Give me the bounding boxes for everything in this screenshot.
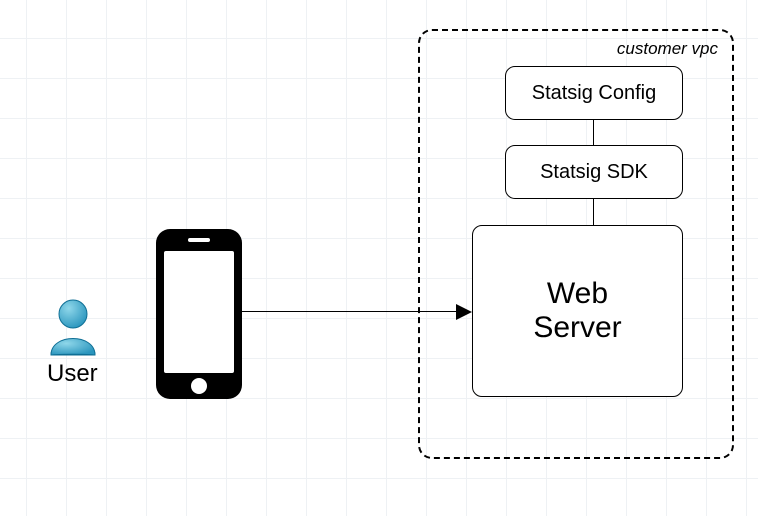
box-web-server: Web Server — [472, 225, 683, 397]
connector-sdk-web — [593, 199, 594, 225]
user-label: User — [47, 360, 98, 388]
user-icon — [47, 295, 99, 357]
connector-config-sdk — [593, 120, 594, 145]
diagram-canvas: customer vpc Statsig Config Statsig SDK … — [0, 0, 758, 516]
phone-screen — [164, 251, 234, 373]
arrowhead-phone-web — [456, 304, 472, 320]
box-statsig-sdk: Statsig SDK — [505, 145, 683, 199]
box-statsig-sdk-label: Statsig SDK — [540, 161, 648, 184]
phone-home-button — [191, 378, 207, 394]
connector-phone-web — [242, 311, 458, 312]
box-statsig-config: Statsig Config — [505, 66, 683, 120]
web-line1: Web — [533, 277, 621, 312]
web-line2: Server — [533, 311, 621, 346]
box-statsig-config-label: Statsig Config — [532, 82, 657, 105]
vpc-title: customer vpc — [617, 39, 718, 59]
phone-speaker — [188, 238, 210, 242]
box-web-server-label: Web Server — [533, 277, 621, 346]
phone-icon — [156, 229, 242, 399]
